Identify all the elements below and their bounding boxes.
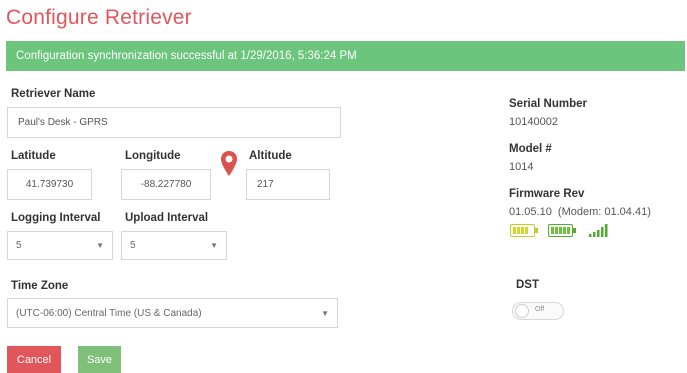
upload-interval-label: Upload Interval [125,212,209,224]
toggle-knob [515,304,529,318]
retriever-name-label: Retriever Name [11,88,96,100]
caret-down-icon: ▼ [210,241,218,250]
upload-interval-select[interactable]: 5 ▼ [121,231,227,260]
model-value: 1014 [509,161,534,173]
latitude-label: Latitude [11,150,56,162]
altitude-input[interactable]: 217 [246,169,330,200]
caret-down-icon: ▼ [321,308,329,318]
time-zone-select[interactable]: (UTC-06:00) Central Time (US & Canada) ▼ [7,298,338,328]
time-zone-value: (UTC-06:00) Central Time (US & Canada) [16,307,202,319]
dst-label: DST [516,279,539,291]
map-pin-icon[interactable] [220,150,238,178]
serial-number-label: Serial Number [509,98,587,110]
caret-down-icon: ▼ [96,241,104,250]
retriever-name-input[interactable]: Paul's Desk - GPRS [7,107,341,138]
firmware-rev-label: Firmware Rev [509,188,585,200]
dst-toggle-state: Off [535,306,545,313]
logging-interval-label: Logging Interval [11,212,101,224]
altitude-label: Altitude [249,150,292,162]
firmware-rev-value: 01.05.10 (Modem: 01.04.41) [509,206,651,218]
dst-toggle[interactable]: Off [512,302,564,320]
page-title: Configure Retriever [6,6,192,29]
longitude-input[interactable]: -88.227780 [121,169,211,200]
battery-icon [510,224,540,237]
logging-interval-value: 5 [16,240,22,251]
model-label: Model # [509,143,552,155]
logging-interval-select[interactable]: 5 ▼ [7,231,113,260]
latitude-input[interactable]: 41.739730 [7,169,92,200]
serial-number-value: 10140002 [509,116,558,128]
time-zone-label: Time Zone [11,280,69,292]
upload-interval-value: 5 [130,240,136,251]
longitude-label: Longitude [125,150,181,162]
success-alert: Configuration synchronization successful… [6,41,685,71]
signal-icon [588,223,608,237]
battery-icon [548,224,578,237]
